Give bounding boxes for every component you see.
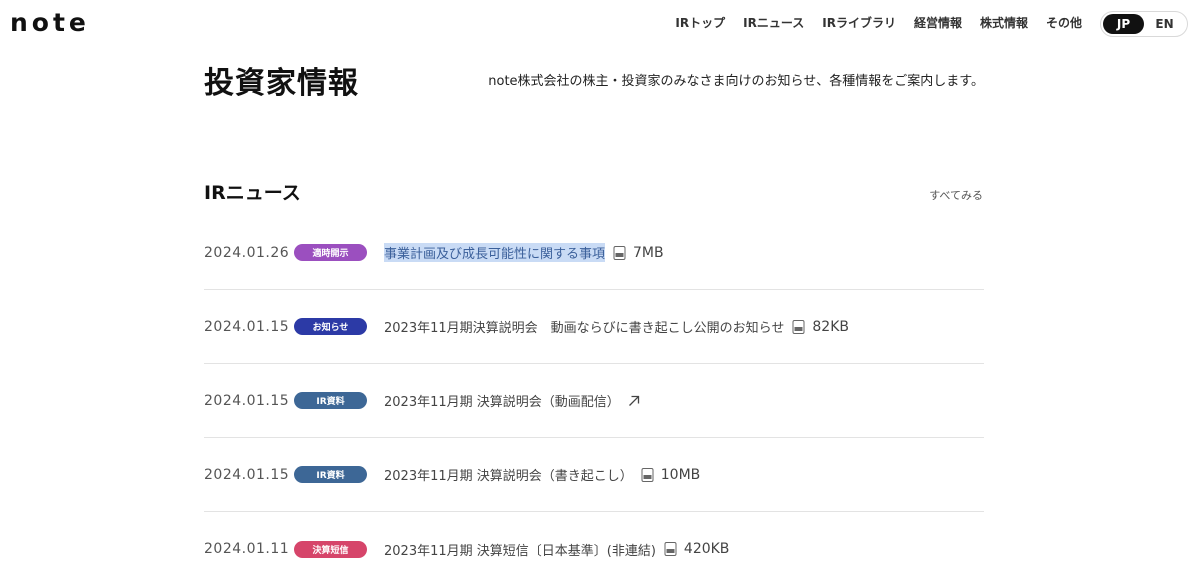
file-size: 420KB [683, 541, 730, 557]
file-size: 82KB [812, 318, 849, 335]
see-all-link[interactable]: すべてみる [929, 189, 983, 203]
news-date: 2024.01.15 [204, 318, 290, 335]
lang-jp-button[interactable]: JP [1103, 14, 1144, 34]
news-item: 2024.01.15 お知らせ 2023年11月期決算説明会 動画ならびに書き起… [204, 290, 984, 364]
pdf-icon [792, 319, 805, 334]
page-title: 投資家情報 [204, 66, 359, 101]
news-item: 2024.01.11 決算短信 2023年11月期 決算短信〔日本基準〕(非連結… [204, 512, 984, 586]
news-item: 2024.01.15 IR資料 2023年11月期 決算説明会（書き起こし） 1… [204, 438, 984, 512]
news-title: 2023年11月期 決算説明会（書き起こし） [384, 469, 633, 484]
ir-news-list: 2024.01.26 適時開示 事業計画及び成長可能性に関する事項 7MB 20… [204, 216, 984, 586]
category-badge: 決算短信 [294, 540, 367, 558]
nav-ir-library[interactable]: IRライブラリ [822, 14, 896, 32]
news-link[interactable]: 事業計画及び成長可能性に関する事項 7MB [384, 243, 664, 262]
news-date: 2024.01.26 [204, 244, 290, 261]
category-badge: 適時開示 [294, 244, 367, 261]
category-badge: IR資料 [294, 466, 367, 483]
logo-text: note [10, 8, 90, 37]
news-item: 2024.01.26 適時開示 事業計画及び成長可能性に関する事項 7MB [204, 216, 984, 290]
news-title: 事業計画及び成長可能性に関する事項 [384, 243, 606, 262]
ir-news-heading: IRニュース [204, 182, 301, 204]
page-description: note株式会社の株主・投資家のみなさま向けのお知らせ、各種情報をご案内します。 [488, 74, 984, 89]
news-link[interactable]: 2023年11月期決算説明会 動画ならびに書き起こし公開のお知らせ 82KB [384, 317, 849, 337]
category-badge: お知らせ [294, 318, 367, 335]
news-date: 2024.01.11 [204, 541, 290, 557]
pdf-icon [664, 542, 677, 556]
note-logo[interactable]: note [10, 8, 90, 37]
news-title: 2023年11月期 決算短信〔日本基準〕(非連結) [384, 543, 656, 559]
nav-others[interactable]: その他 [1046, 14, 1082, 32]
pdf-icon [613, 245, 626, 260]
nav-stock-info[interactable]: 株式情報 [980, 14, 1028, 32]
nav-ir-top[interactable]: IRトップ [675, 14, 725, 32]
news-link[interactable]: 2023年11月期 決算短信〔日本基準〕(非連結) 420KB [384, 540, 729, 559]
main-nav: IRトップ IRニュース IRライブラリ 経営情報 株式情報 その他 [657, 14, 1082, 32]
lang-en-button[interactable]: EN [1144, 14, 1185, 34]
external-link-icon [628, 395, 639, 406]
news-date: 2024.01.15 [204, 392, 290, 409]
category-badge: IR資料 [294, 392, 367, 409]
news-date: 2024.01.15 [204, 466, 290, 483]
file-size: 7MB [633, 244, 664, 261]
pdf-icon [641, 467, 654, 482]
news-title: 2023年11月期決算説明会 動画ならびに書き起こし公開のお知らせ [384, 321, 785, 336]
news-link[interactable]: 2023年11月期 決算説明会（書き起こし） 10MB [384, 465, 701, 485]
news-link[interactable]: 2023年11月期 決算説明会（動画配信） [384, 391, 640, 410]
nav-management-info[interactable]: 経営情報 [914, 14, 962, 32]
news-title: 2023年11月期 決算説明会（動画配信） [384, 395, 620, 410]
site-header: note IRトップ IRニュース IRライブラリ 経営情報 株式情報 その他 … [0, 0, 1200, 46]
file-size: 10MB [660, 466, 701, 483]
language-toggle: JP EN [1100, 11, 1188, 37]
nav-ir-news[interactable]: IRニュース [743, 14, 804, 32]
news-item: 2024.01.15 IR資料 2023年11月期 決算説明会（動画配信） [204, 364, 984, 438]
